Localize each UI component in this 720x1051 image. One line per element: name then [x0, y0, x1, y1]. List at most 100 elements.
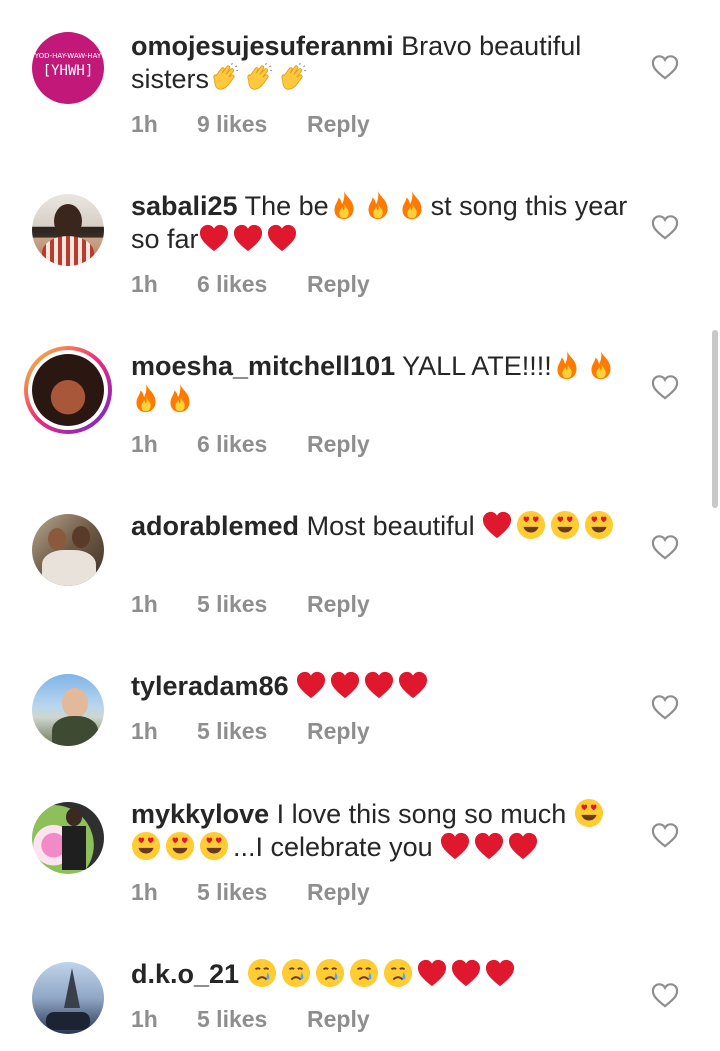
- comment-time: 1h: [131, 111, 158, 137]
- comment-text: sabali25 The be st song this year so far: [131, 190, 631, 256]
- fire-emoji: [131, 383, 161, 413]
- fire-emoji: [329, 190, 359, 220]
- reply-button[interactable]: Reply: [307, 431, 370, 458]
- comment-meta: 1h 6 likes Reply: [131, 271, 370, 298]
- heart-eyes-emoji: [584, 510, 614, 540]
- comment-username[interactable]: mykkylove: [131, 799, 269, 829]
- reply-button[interactable]: Reply: [307, 879, 370, 906]
- red-heart-emoji: [482, 510, 512, 540]
- red-heart-emoji: [233, 223, 263, 253]
- comment-username[interactable]: adorablemed: [131, 511, 299, 541]
- red-heart-emoji: [485, 958, 515, 988]
- heart-eyes-emoji: [199, 831, 229, 861]
- heart-outline-icon[interactable]: [651, 214, 679, 240]
- comment-likes[interactable]: 5 likes: [197, 718, 307, 745]
- comment-text: tyleradam86: [131, 670, 631, 703]
- crying-face-emoji: [281, 958, 311, 988]
- red-heart-emoji: [451, 958, 481, 988]
- comment-text: mykkylove I love this song so much ...I …: [131, 798, 631, 864]
- comment-likes[interactable]: 9 likes: [197, 111, 307, 138]
- avatar: [32, 354, 104, 426]
- comment-body-continued: ...I celebrate you: [233, 832, 433, 862]
- comment-body: Most beautiful: [306, 511, 475, 541]
- comment-meta: 1h 6 likes Reply: [131, 431, 370, 458]
- crying-face-emoji: [383, 958, 413, 988]
- clapping-hands-emoji: [243, 63, 273, 93]
- comment-likes[interactable]: 6 likes: [197, 271, 307, 298]
- red-heart-emoji: [474, 831, 504, 861]
- reply-button[interactable]: Reply: [307, 271, 370, 298]
- comment-body: YALL ATE!!!!: [402, 351, 552, 381]
- crying-face-emoji: [315, 958, 345, 988]
- comment-time: 1h: [131, 591, 158, 617]
- fire-emoji: [165, 383, 195, 413]
- comment-meta: 1h 5 likes Reply: [131, 718, 370, 745]
- comment-username[interactable]: omojesujesuferanmi: [131, 31, 394, 61]
- avatar[interactable]: [32, 514, 104, 586]
- red-heart-emoji: [440, 831, 470, 861]
- heart-eyes-emoji: [574, 798, 604, 828]
- comment-likes[interactable]: 6 likes: [197, 431, 307, 458]
- fire-emoji: [552, 350, 582, 380]
- heart-eyes-emoji: [516, 510, 546, 540]
- heart-outline-icon[interactable]: [651, 694, 679, 720]
- clapping-hands-emoji: [277, 63, 307, 93]
- avatar[interactable]: [32, 962, 104, 1034]
- comment-body: The be: [244, 191, 329, 221]
- reply-button[interactable]: Reply: [307, 718, 370, 745]
- heart-eyes-emoji: [165, 831, 195, 861]
- comment-username[interactable]: moesha_mitchell101: [131, 351, 395, 381]
- comment-username[interactable]: sabali25: [131, 191, 238, 221]
- comment-time: 1h: [131, 431, 158, 457]
- crying-face-emoji: [247, 958, 277, 988]
- comment-time: 1h: [131, 718, 158, 744]
- avatar[interactable]: [32, 194, 104, 266]
- comment-username[interactable]: tyleradam86: [131, 671, 289, 701]
- avatar-caption: YOD-HAY-WAW-HAY: [34, 52, 102, 60]
- comment-username[interactable]: d.k.o_21: [131, 959, 239, 989]
- comment-meta: 1h 5 likes Reply: [131, 879, 370, 906]
- scrollbar[interactable]: [712, 330, 718, 508]
- red-heart-emoji: [267, 223, 297, 253]
- comment-time: 1h: [131, 271, 158, 297]
- comment-text: adorablemed Most beautiful: [131, 510, 631, 543]
- heart-outline-icon[interactable]: [651, 534, 679, 560]
- clapping-hands-emoji: [209, 63, 239, 93]
- red-heart-emoji: [330, 670, 360, 700]
- comment-meta: 1h 5 likes Reply: [131, 591, 370, 618]
- heart-outline-icon[interactable]: [651, 54, 679, 80]
- red-heart-emoji: [296, 670, 326, 700]
- comment-meta: 1h 9 likes Reply: [131, 111, 370, 138]
- heart-eyes-emoji: [131, 831, 161, 861]
- fire-emoji: [586, 350, 616, 380]
- reply-button[interactable]: Reply: [307, 111, 370, 138]
- avatar[interactable]: [32, 674, 104, 746]
- fire-emoji: [363, 190, 393, 220]
- red-heart-emoji: [199, 223, 229, 253]
- comment-likes[interactable]: 5 likes: [197, 591, 307, 618]
- comment-likes[interactable]: 5 likes: [197, 879, 307, 906]
- heart-eyes-emoji: [550, 510, 580, 540]
- comment-text: omojesujesuferanmi Bravo beautiful siste…: [131, 30, 631, 96]
- comment-body: I love this song so much: [276, 799, 567, 829]
- reply-button[interactable]: Reply: [307, 591, 370, 618]
- heart-outline-icon[interactable]: [651, 982, 679, 1008]
- red-heart-emoji: [417, 958, 447, 988]
- heart-outline-icon[interactable]: [651, 374, 679, 400]
- avatar[interactable]: YOD-HAY-WAW-HAY [YHWH]: [32, 32, 104, 104]
- red-heart-emoji: [398, 670, 428, 700]
- comment-likes[interactable]: 5 likes: [197, 1006, 307, 1033]
- red-heart-emoji: [508, 831, 538, 861]
- avatar-caption-main: [YHWH]: [42, 63, 94, 79]
- comment-meta: 1h 5 likes Reply: [131, 1006, 370, 1033]
- fire-emoji: [397, 190, 427, 220]
- crying-face-emoji: [349, 958, 379, 988]
- avatar-story-ring[interactable]: [24, 346, 112, 434]
- comment-time: 1h: [131, 1006, 158, 1032]
- comment-text: d.k.o_21: [131, 958, 631, 991]
- avatar[interactable]: [32, 802, 104, 874]
- reply-button[interactable]: Reply: [307, 1006, 370, 1033]
- heart-outline-icon[interactable]: [651, 822, 679, 848]
- red-heart-emoji: [364, 670, 394, 700]
- comment-text: moesha_mitchell101 YALL ATE!!!!: [131, 350, 631, 416]
